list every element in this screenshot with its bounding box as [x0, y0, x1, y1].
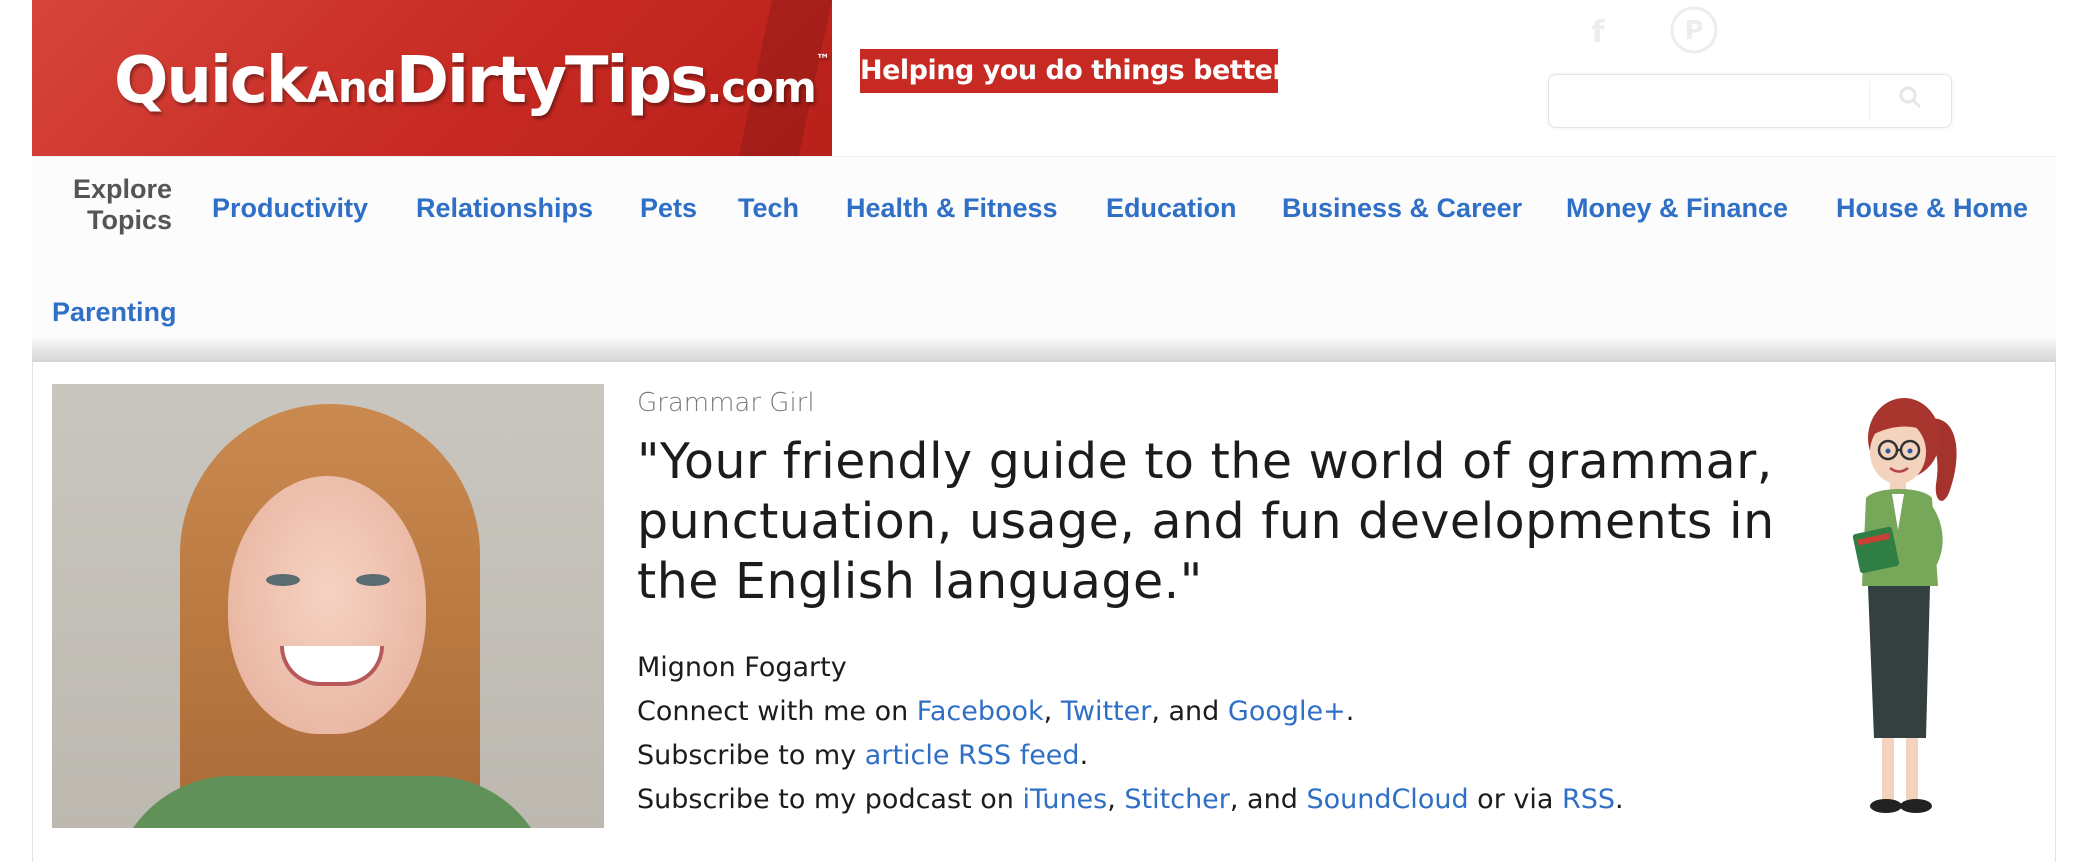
- facebook-link[interactable]: Facebook: [917, 696, 1044, 727]
- show-name: Grammar Girl: [637, 388, 815, 418]
- profile-quote: "Your friendly guide to the world of gra…: [637, 433, 1775, 610]
- site-logo[interactable]: QuickAndDirtyTips.com™: [32, 0, 832, 156]
- nav-link-pets[interactable]: Pets: [640, 192, 697, 224]
- explore-topics-label: Explore Topics: [62, 174, 172, 236]
- soundcloud-link[interactable]: SoundCloud: [1306, 784, 1468, 815]
- search-divider: [1869, 81, 1870, 121]
- podcast-mid: or via: [1468, 784, 1562, 815]
- explore-label-line1: Explore: [72, 174, 172, 204]
- subscribe-podcast-line: Subscribe to my podcast on iTunes, Stitc…: [637, 782, 1624, 818]
- grammar-girl-illustration: [1826, 380, 1976, 830]
- nav-link-business-career[interactable]: Business & Career: [1282, 192, 1522, 224]
- nav-link-education[interactable]: Education: [1106, 192, 1237, 224]
- site-tagline: Helping you do things better.: [860, 49, 1292, 93]
- photo-shirt: [112, 776, 552, 828]
- subscribe-article-end: .: [1079, 740, 1089, 771]
- connect-prefix: Connect with me on: [637, 696, 917, 727]
- subscribe-article-line: Subscribe to my article RSS feed.: [637, 738, 1088, 774]
- twitter-link[interactable]: Twitter: [1061, 696, 1152, 727]
- podcast-sep2: , and: [1229, 784, 1307, 815]
- connect-sep2: , and: [1151, 696, 1228, 727]
- photo-face: [228, 476, 426, 734]
- nav-link-money-finance[interactable]: Money & Finance: [1566, 192, 1788, 224]
- search-box: [1548, 74, 1952, 128]
- podcast-rss-link[interactable]: RSS: [1562, 784, 1615, 815]
- pinterest-icon[interactable]: P: [1670, 6, 1718, 54]
- search-button[interactable]: [1871, 77, 1949, 123]
- connect-end: .: [1345, 696, 1355, 727]
- topic-nav: [32, 156, 2056, 357]
- stitcher-link[interactable]: Stitcher: [1124, 784, 1229, 815]
- connect-sep1: ,: [1043, 696, 1061, 727]
- search-icon: [1897, 86, 1923, 115]
- nav-link-productivity[interactable]: Productivity: [212, 192, 368, 224]
- podcast-sep1: ,: [1107, 784, 1125, 815]
- subscribe-article-prefix: Subscribe to my: [637, 740, 865, 771]
- itunes-link[interactable]: iTunes: [1022, 784, 1107, 815]
- nav-link-relationships[interactable]: Relationships: [416, 192, 593, 224]
- subscribe-podcast-prefix: Subscribe to my podcast on: [637, 784, 1023, 815]
- nav-link-tech[interactable]: Tech: [738, 192, 799, 224]
- google-plus-link[interactable]: Google+: [1228, 696, 1346, 727]
- connect-line: Connect with me on Facebook, Twitter, an…: [637, 694, 1354, 730]
- podcast-end: .: [1615, 784, 1624, 815]
- nav-link-house-home[interactable]: House & Home: [1836, 192, 2028, 224]
- svg-text:P: P: [1684, 16, 1703, 46]
- search-input[interactable]: [1551, 77, 1869, 123]
- nav-link-health-fitness[interactable]: Health & Fitness: [846, 192, 1058, 224]
- svg-text:f: f: [1591, 15, 1605, 50]
- photo-eye-right: [356, 574, 390, 586]
- author-photo: [52, 384, 604, 828]
- photo-eye-left: [266, 574, 300, 586]
- facebook-icon[interactable]: f: [1574, 6, 1622, 54]
- article-rss-link[interactable]: article RSS feed: [865, 740, 1080, 771]
- logo-text: QuickAndDirtyTips.com™: [114, 44, 830, 118]
- explore-label-line2: Topics: [86, 205, 172, 235]
- author-name: Mignon Fogarty: [637, 652, 847, 683]
- nav-link-parenting[interactable]: Parenting: [52, 296, 177, 328]
- nav-shadow: [32, 334, 2056, 362]
